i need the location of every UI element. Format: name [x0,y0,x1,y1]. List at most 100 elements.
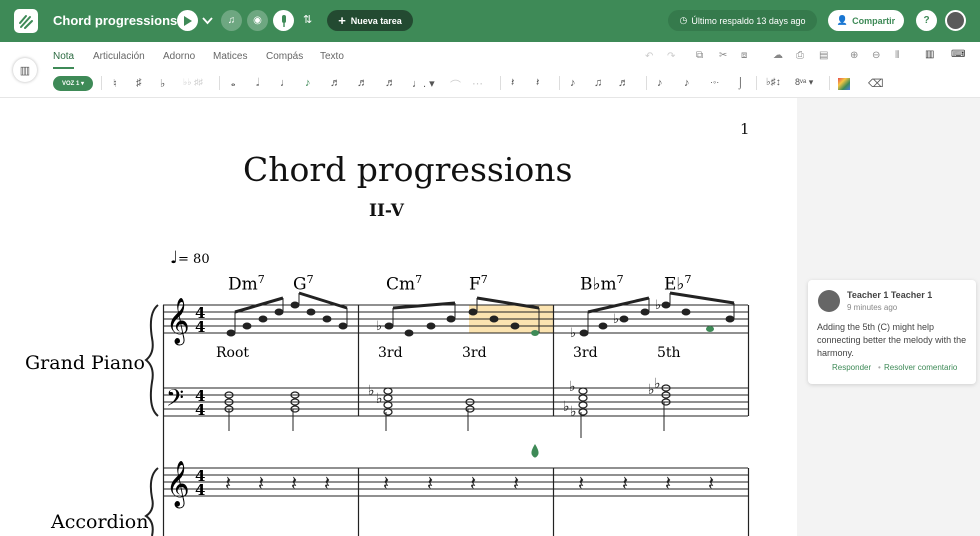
quarter-note-icon[interactable]: ♩ [280,77,291,89]
help-button[interactable]: ? [916,10,937,31]
natural-icon[interactable]: ♮ [113,77,117,90]
sixteenth-note-icon[interactable]: ♬ [330,77,341,89]
delete-note-icon[interactable]: 𝄽 [536,77,539,90]
user-avatar[interactable] [945,10,966,31]
tie-icon[interactable]: ⌒ [450,77,461,93]
tab-nota[interactable]: Nota [53,51,74,62]
svg-text:♭: ♭ [376,391,383,407]
beam-icon[interactable]: ♫ [594,77,602,89]
svg-text:♭: ♭ [613,312,619,327]
comment-time: 9 minutes ago [847,303,898,312]
bass-chords [224,384,671,416]
music-staves[interactable]: 𝄞 𝄢 𝄞 44 44 44 ♭ ♭♭♭ ♭ ♭ ♭♭ ♭ ♭ ♭ 𝄽 𝄽 𝄽 … [0,98,797,536]
staff-lines [163,304,748,497]
sixty-fourth-note-icon[interactable]: ♬ [385,77,396,89]
document-title[interactable]: Chord progressions [53,13,177,28]
play-button[interactable] [177,10,198,31]
svg-text:♭: ♭ [569,379,576,395]
svg-text:𝄽: 𝄽 [427,471,433,495]
comment-text: Adding the 5th (C) might help connecting… [817,322,967,358]
svg-text:𝄽: 𝄽 [225,471,231,495]
double-accidental-icon[interactable]: ♭♭ ♯♯ [183,77,203,88]
flat-icon[interactable]: ♭ [160,77,165,90]
dotted-note-icon[interactable]: ♩. ▾ [412,77,435,90]
zoom-in-icon[interactable]: ⊕ [850,50,858,61]
bars-icon[interactable]: ⦀ [895,50,899,61]
separator [101,76,102,90]
comment-marker [531,444,539,458]
barlines [162,305,750,536]
tab-articulacion[interactable]: Articulación [93,51,145,62]
share-button[interactable]: 👤 Compartir [828,10,904,31]
print-icon[interactable]: ⎙ [796,50,804,61]
voice-select[interactable]: VOZ 1 ▾ [53,76,93,91]
svg-text:♭: ♭ [655,298,661,313]
separator [559,76,560,90]
separator [646,76,647,90]
backup-status-button[interactable]: ◷ Último respaldo 13 days ago [668,10,817,31]
comment-card[interactable]: Teacher 1 Teacher 1 9 minutes ago Adding… [808,280,976,384]
cloud-icon[interactable]: ☁ [773,50,783,61]
stem-down-icon[interactable]: ♪ [684,77,690,89]
piano-view-icon[interactable]: ▥ [925,49,934,60]
keyboard-icon[interactable]: ⌨ [951,49,965,60]
app-logo[interactable] [14,9,38,33]
paste-icon[interactable]: ⧈ [741,50,747,61]
brace [144,467,159,536]
rest-icon[interactable]: 𝄽 [511,77,514,90]
tab-adorno[interactable]: Adorno [163,51,195,62]
cut-icon[interactable]: ✂ [719,50,727,61]
svg-text:4: 4 [195,318,205,336]
top-bar: Chord progressions ♫ ◉ ⇅ + Nueva tarea ◷… [0,0,980,42]
chevron-down-icon[interactable] [202,14,213,28]
grace-note-icon[interactable]: ♪ [570,77,576,89]
treble-clef: 𝄞 [166,461,190,509]
triplet-icon[interactable]: ♬ [618,77,629,89]
active-tab-indicator [53,67,74,69]
new-task-button[interactable]: + Nueva tarea [327,10,413,31]
erase-icon[interactable]: ⌫ [868,77,884,90]
svg-text:4: 4 [195,401,205,419]
svg-text:𝄽: 𝄽 [258,471,264,495]
volume-button[interactable]: ◉ [247,10,268,31]
piano-toggle-button[interactable]: ▥ [13,58,37,82]
cross-staff-icon[interactable]: ·◦· [710,77,719,87]
whole-note-icon[interactable]: 𝅝 [231,77,235,90]
tuplet-icon[interactable]: ⋯ [472,77,483,90]
layout-icon[interactable]: ▤ [819,50,828,61]
svg-text:𝄽: 𝄽 [578,471,584,495]
tab-texto[interactable]: Texto [320,51,344,62]
highlighted-notes [531,326,714,458]
transpose-icon[interactable]: ♭♯↕ [766,77,781,88]
treble-clef: 𝄞 [166,298,190,346]
resolve-comment-link[interactable]: Resolver comentario [884,363,957,372]
stem-up-icon[interactable]: ♪ [657,77,663,89]
svg-text:4: 4 [195,481,205,499]
tab-compas[interactable]: Compás [266,51,303,62]
brace [144,304,159,417]
time-signatures: 44 44 44 [195,304,205,499]
copy-icon[interactable]: ⧉ [696,50,703,61]
color-picker-icon[interactable] [838,78,850,90]
zoom-out-icon[interactable]: ⊖ [872,50,880,61]
score-canvas[interactable]: 1 Chord progressions II-V ♩= 80 Dm7 G7 C… [0,98,797,536]
avatar [818,290,840,312]
slur-icon[interactable]: ⌡ [737,77,744,89]
metronome-button[interactable]: ♫ [221,10,242,31]
svg-text:𝄽: 𝄽 [324,471,330,495]
undo-icon[interactable]: ↶ [645,51,653,62]
redo-icon[interactable]: ↷ [667,51,675,62]
plus-icon: + [338,13,346,28]
bass-clef: 𝄢 [166,384,184,417]
microphone-button[interactable] [273,10,294,31]
eighth-note-icon[interactable]: ♪ [305,77,311,89]
reply-link[interactable]: Responder [832,363,871,372]
mixer-icon[interactable]: ⇅ [303,13,312,26]
bass-stems [228,402,665,438]
thirty-second-note-icon[interactable]: ♬ [357,77,368,89]
tab-matices[interactable]: Matices [213,51,247,62]
sharp-icon[interactable]: ♯ [136,77,142,89]
svg-text:𝄽: 𝄽 [383,471,389,495]
half-note-icon[interactable]: 𝅗𝅥 [256,77,260,90]
octave-icon[interactable]: 8ᵛᵃ ▾ [795,77,813,88]
